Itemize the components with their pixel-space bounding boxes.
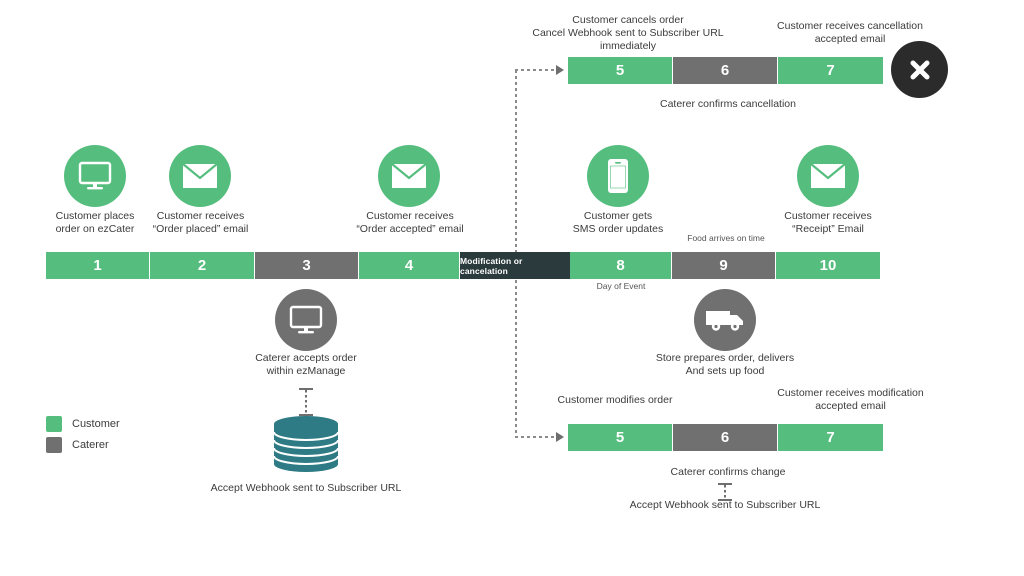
connector-modify-7 [822, 415, 836, 424]
connector-segment-2 [193, 238, 207, 247]
connector-dash-line [305, 390, 307, 414]
main-segment-1[interactable]: 1 [46, 252, 150, 279]
main-segment-10[interactable]: 10 [776, 252, 880, 279]
legend-label-customer: Customer [72, 418, 120, 430]
icon-circle-receipt-email [797, 145, 859, 207]
caption-caterer-accepts-order: Caterer accepts order within ezManage [255, 352, 357, 377]
connector-segment-4 [402, 238, 416, 247]
main-segment-4[interactable]: 4 [359, 252, 460, 279]
connector-dashed-to-database [299, 388, 313, 416]
main-segment-8[interactable]: 8 [570, 252, 672, 279]
modification-segment-5[interactable]: 5 [568, 424, 673, 451]
envelope-icon [391, 163, 427, 188]
main-segment-2[interactable]: 2 [150, 252, 255, 279]
connector-cancel-5 [612, 48, 626, 57]
envelope-icon [810, 163, 846, 188]
close-x-icon [910, 60, 929, 79]
connector-segment-9-below [718, 279, 732, 288]
main-segment-9[interactable]: 9 [672, 252, 776, 279]
icon-circle-order-accepted-email [378, 145, 440, 207]
modification-caption-5: Customer modifies order [557, 394, 673, 406]
icon-circle-sms-order-updates [587, 145, 649, 207]
icon-circle-customer-places-order [64, 145, 126, 207]
cancellation-segment-6[interactable]: 6 [673, 57, 778, 84]
mobile-phone-icon [608, 159, 628, 193]
connector-cancel-7 [822, 48, 836, 57]
connector-modify-5 [612, 415, 626, 424]
icon-circle-store-prepares-order [694, 289, 756, 351]
delivery-van-icon [706, 311, 743, 331]
modification-or-cancelation-block[interactable]: Modification or cancelation [460, 252, 570, 279]
cancellation-segment-5[interactable]: 5 [568, 57, 673, 84]
desktop-monitor-icon [78, 161, 112, 190]
caption-customer-places-order: Customer places order on ezCater [55, 210, 135, 235]
envelope-icon [182, 163, 218, 188]
branch-arrow-line-bottom [515, 436, 556, 438]
branch-arrowhead-top [556, 65, 564, 75]
caption-day-of-event: Day of Event [596, 281, 646, 291]
modification-caption-6-below: Caterer confirms change [670, 466, 786, 478]
connector-segment-8 [611, 238, 625, 247]
branch-arrowhead-bottom [556, 432, 564, 442]
legend-swatch-caterer [46, 437, 62, 453]
main-segment-3[interactable]: 3 [255, 252, 359, 279]
database-icon-wrapper [272, 415, 340, 480]
cancellation-segment-7[interactable]: 7 [778, 57, 883, 84]
cancellation-caption-5: Customer cancels order Cancel Webhook se… [532, 14, 724, 52]
diagram-canvas: Customer cancels order Cancel Webhook se… [0, 0, 1024, 576]
cancellation-caption-6-below: Caterer confirms cancellation [660, 98, 796, 110]
connector-modify-6-below [718, 453, 732, 462]
desktop-monitor-icon [289, 305, 323, 334]
database-icon [273, 416, 339, 472]
caption-receipt-email: Customer receives “Receipt” Email [784, 210, 872, 235]
close-badge[interactable] [891, 41, 948, 98]
legend-item-caterer: Caterer [46, 437, 109, 453]
connector-dash-line [724, 485, 726, 499]
modification-segment-6[interactable]: 6 [673, 424, 778, 451]
modification-caption-7: Customer receives modification accepted … [777, 387, 924, 412]
modification-segment-7[interactable]: 7 [778, 424, 883, 451]
connector-segment-1 [88, 238, 102, 247]
legend-swatch-customer [46, 416, 62, 432]
caption-store-prepares-order: Store prepares order, delivers And sets … [655, 352, 795, 377]
icon-circle-order-placed-email [169, 145, 231, 207]
connector-cancel-6-below [718, 86, 732, 95]
legend-label-caterer: Caterer [72, 439, 109, 451]
caption-sms-order-updates: Customer gets SMS order updates [572, 210, 664, 235]
caption-accept-webhook-main: Accept Webhook sent to Subscriber URL [210, 482, 402, 494]
connector-segment-3-below [299, 279, 313, 288]
caption-order-placed-email: Customer receives “Order placed” email [152, 210, 249, 235]
caption-accept-webhook-modification: Accept Webhook sent to Subscriber URL [629, 499, 821, 511]
legend-item-customer: Customer [46, 416, 120, 432]
caption-order-accepted-email: Customer receives “Order accepted” email [356, 210, 464, 235]
icon-circle-caterer-accepts-order [275, 289, 337, 351]
branch-arrow-line-top [515, 69, 556, 71]
connector-segment-10 [821, 238, 835, 247]
